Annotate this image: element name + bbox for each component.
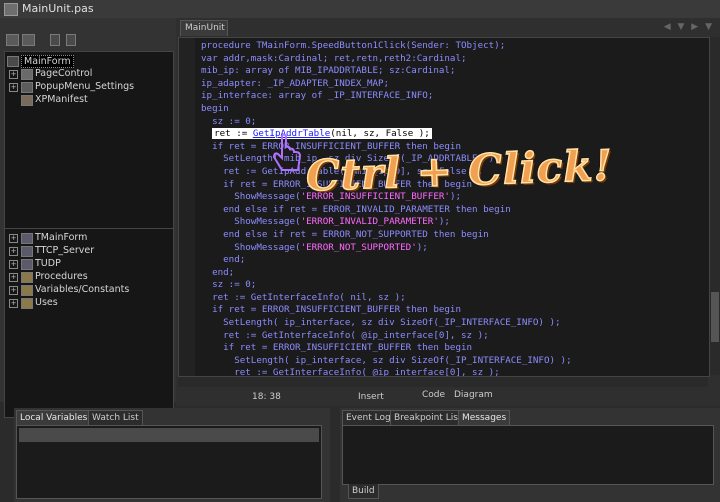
expand-icon[interactable]: +	[9, 273, 18, 282]
code-line[interactable]: ShowMessage('ERROR_NOT_SUPPORTED');	[201, 242, 572, 255]
hand-cursor-icon	[272, 133, 302, 171]
structure-pane: MainForm + PageControl + PopupMenu_Setti…	[0, 18, 176, 418]
tree-item-label: PageControl	[35, 68, 93, 79]
insert-mode: Insert	[358, 392, 384, 402]
expand-icon[interactable]: +	[9, 247, 18, 256]
tree-item-xpmanifest[interactable]: XPManifest	[5, 94, 171, 107]
expand-icon[interactable]: +	[9, 70, 18, 79]
tree-item-label: MainForm	[21, 55, 74, 68]
tree-item-label: Variables/Constants	[35, 284, 130, 295]
tree-item-tmainform[interactable]: + TMainForm	[5, 232, 171, 245]
code-text[interactable]: procedure TMainForm.SpeedButton1Click(Se…	[201, 40, 572, 376]
tree-item-label: TMainForm	[35, 232, 88, 243]
tree-item-ttcp-server[interactable]: + TTCP_Server	[5, 245, 171, 258]
code-line[interactable]: ShowMessage('ERROR_INVALID_PARAMETER');	[201, 216, 572, 229]
tab-code[interactable]: Code	[422, 390, 445, 400]
code-structure-tree: + TMainForm + TTCP_Server + TUDP + Proce…	[4, 228, 174, 418]
messages-panel: Event Log Breakpoint List Messages Build	[340, 408, 720, 502]
nav-arrows-icon[interactable]: ◀ ▼ ▶ ▼	[664, 22, 714, 32]
xpmanifest-icon	[21, 95, 33, 106]
tab-mainunit[interactable]: MainUnit	[180, 20, 228, 36]
open-folder-icon[interactable]	[6, 34, 19, 46]
tree-item-mainform[interactable]: MainForm	[5, 55, 171, 68]
code-editor-pane: MainUnit ◀ ▼ ▶ ▼ procedure TMainForm.Spe…	[176, 18, 720, 406]
folder-icon	[21, 298, 33, 309]
tree-item-procedures[interactable]: + Procedures	[5, 271, 171, 284]
tree-item-label: PopupMenu_Settings	[35, 81, 135, 92]
tree-item-label: Procedures	[35, 271, 88, 282]
gutter	[179, 38, 195, 376]
cursor-position: 18: 38	[252, 392, 281, 402]
code-line[interactable]: if ret = ERROR_INSUFFICIENT_BUFFER then …	[201, 304, 572, 317]
tab-build[interactable]: Build	[348, 484, 379, 499]
expand-icon[interactable]: +	[9, 286, 18, 295]
code-line[interactable]: procedure TMainForm.SpeedButton1Click(Se…	[201, 40, 572, 53]
debug-panel: Local Variables Watch List	[14, 408, 330, 502]
folder-icon	[21, 285, 33, 296]
tab-watch-list[interactable]: Watch List	[88, 410, 143, 425]
window-title: MainUnit.pas	[22, 2, 94, 15]
tree-item-variables[interactable]: + Variables/Constants	[5, 284, 171, 297]
tree-item-popupmenu[interactable]: + PopupMenu_Settings	[5, 81, 171, 94]
tree-item-label: TUDP	[35, 258, 61, 269]
tree-item-label: Uses	[35, 297, 58, 308]
class-icon	[21, 246, 33, 257]
arrow-up-icon[interactable]	[50, 34, 60, 46]
tree-item-label: TTCP_Server	[35, 245, 95, 256]
class-icon	[21, 233, 33, 244]
code-line[interactable]: begin	[201, 103, 572, 116]
scroll-thumb[interactable]	[711, 292, 719, 342]
tree-item-pagecontrol[interactable]: + PageControl	[5, 68, 171, 81]
component-tree: MainForm + PageControl + PopupMenu_Setti…	[4, 51, 174, 231]
title-bar: MainUnit.pas	[0, 0, 720, 19]
list-header	[19, 428, 319, 442]
expand-icon[interactable]: +	[9, 260, 18, 269]
code-line[interactable]: ret := GetInterfaceInfo( nil, sz );	[201, 292, 572, 305]
code-line[interactable]: sz := 0;	[201, 279, 572, 292]
code-line[interactable]: SetLength( ip_interface, sz div SizeOf(_…	[201, 355, 571, 368]
tree-item-label: XPManifest	[35, 94, 88, 105]
pagecontrol-icon	[21, 69, 33, 80]
code-line[interactable]: ip_interface: array of _IP_INTERFACE_INF…	[201, 90, 572, 103]
code-area[interactable]: procedure TMainForm.SpeedButton1Click(Se…	[178, 37, 710, 377]
folder-icon	[21, 272, 33, 283]
vertical-scrollbar[interactable]	[709, 37, 720, 375]
status-bar: 18: 38 Insert Code Diagram	[176, 390, 720, 404]
code-line[interactable]: sz := 0;	[201, 116, 572, 129]
arrow-down-icon[interactable]	[66, 34, 76, 46]
expand-icon[interactable]: +	[9, 234, 18, 243]
tab-breakpoint-list[interactable]: Breakpoint List	[390, 410, 466, 425]
code-line[interactable]: ret := GetIpAddrTable(nil, sz, False );	[201, 128, 572, 141]
code-line[interactable]: if ret = ERROR_INSUFFICIENT_BUFFER then …	[201, 342, 572, 355]
code-line[interactable]: ret := GetInterfaceInfo( @ip_interface[0…	[201, 330, 572, 343]
code-line[interactable]: SetLength( ip_interface, sz div SizeOf(_…	[201, 317, 572, 330]
tab-diagram[interactable]: Diagram	[454, 390, 493, 400]
code-line[interactable]: end else if ret = ERROR_INVALID_PARAMETE…	[201, 204, 572, 217]
messages-list[interactable]	[342, 425, 714, 485]
popupmenu-icon	[21, 82, 33, 93]
code-line[interactable]: mib_ip: array of MIB_IPADDRTABLE; sz:Car…	[201, 65, 572, 78]
class-icon	[21, 259, 33, 270]
structure-toolbar	[4, 32, 172, 48]
form-icon	[7, 56, 19, 67]
local-variables-list[interactable]	[16, 425, 322, 499]
save-icon[interactable]	[22, 34, 35, 46]
tab-event-log[interactable]: Event Log	[342, 410, 395, 425]
horizontal-scrollbar[interactable]	[178, 376, 708, 387]
code-line[interactable]: end;	[201, 267, 572, 280]
code-line[interactable]: end;	[201, 254, 572, 267]
expand-icon[interactable]: +	[9, 83, 18, 92]
tree-item-tudp[interactable]: + TUDP	[5, 258, 171, 271]
code-line[interactable]: end else if ret = ERROR_NOT_SUPPORTED th…	[201, 229, 572, 242]
tab-local-variables[interactable]: Local Variables	[16, 410, 92, 425]
expand-icon[interactable]: +	[9, 299, 18, 308]
code-line[interactable]: var addr,mask:Cardinal; ret,retn,reth2:C…	[201, 53, 572, 66]
code-line[interactable]: ip_adapter: _IP_ADAPTER_INDEX_MAP;	[201, 78, 572, 91]
tree-item-uses[interactable]: + Uses	[5, 297, 171, 310]
tab-messages[interactable]: Messages	[458, 410, 511, 425]
app-icon	[4, 3, 18, 16]
